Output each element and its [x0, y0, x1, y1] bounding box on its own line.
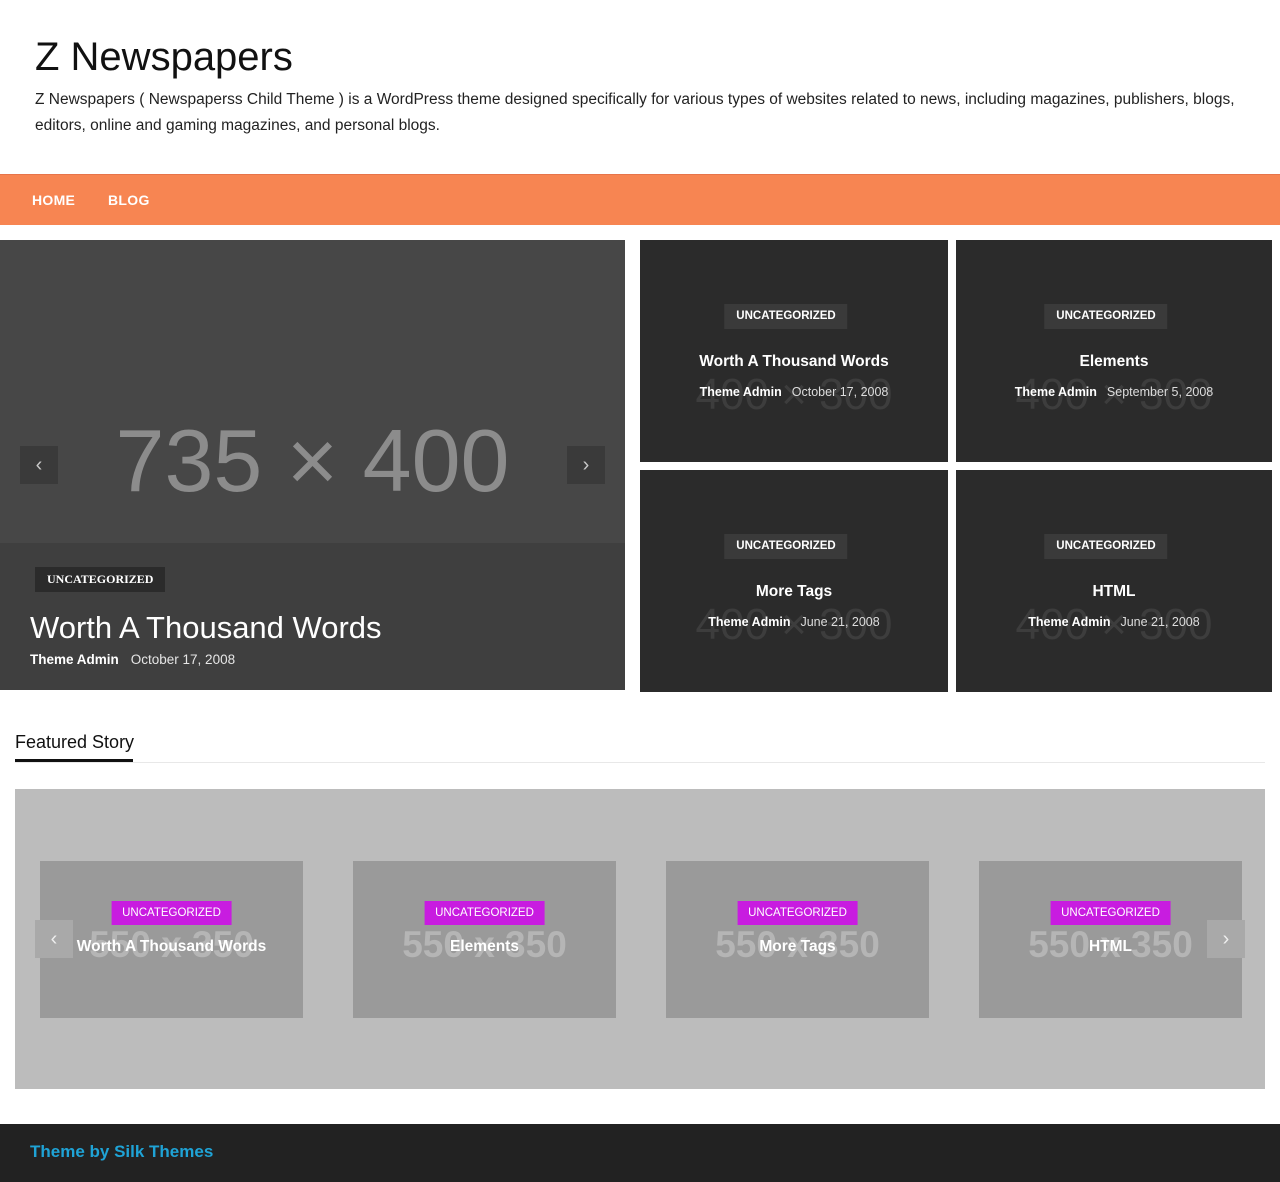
card-post-author[interactable]: Theme Admin: [1015, 385, 1097, 399]
card-post-date: June 21, 2008: [1120, 615, 1200, 629]
chevron-left-icon: ‹: [35, 454, 43, 476]
featured-post-card[interactable]: 550 x 350 UNCATEGORIZED HTML: [979, 861, 1242, 1018]
featured-post-title[interactable]: Elements: [353, 936, 616, 958]
hero-post-title[interactable]: Worth A Thousand Words: [30, 607, 382, 649]
site-title[interactable]: Z Newspapers: [35, 34, 293, 80]
card-category-badge[interactable]: UNCATEGORIZED: [1044, 534, 1168, 559]
card-post-author[interactable]: Theme Admin: [700, 385, 782, 399]
card-post-meta: Theme Admin June 21, 2008: [640, 613, 948, 631]
chevron-right-icon: ›: [1222, 928, 1230, 950]
nav-item-blog[interactable]: BLOG: [108, 175, 150, 225]
card-post-meta: Theme Admin September 5, 2008: [956, 383, 1272, 401]
card-category-badge[interactable]: UNCATEGORIZED: [1044, 304, 1168, 329]
site-footer: Theme by Silk Themes: [0, 1124, 1280, 1182]
footer-theme-credit-link[interactable]: Theme by Silk Themes: [30, 1141, 213, 1163]
hero-post-meta: Theme Admin October 17, 2008: [30, 650, 235, 670]
featured-post-title[interactable]: HTML: [979, 936, 1242, 958]
card-post-title[interactable]: HTML: [956, 581, 1272, 603]
chevron-right-icon: ›: [582, 454, 590, 476]
featured-post-title[interactable]: More Tags: [666, 936, 929, 958]
card-post-date: September 5, 2008: [1106, 385, 1214, 399]
featured-category-badge[interactable]: UNCATEGORIZED: [737, 901, 858, 925]
hero-post-date: October 17, 2008: [130, 652, 236, 667]
hero-image-placeholder-text: 735 × 400: [115, 411, 510, 510]
hero-prev-button[interactable]: ‹: [20, 446, 58, 484]
nav-item-home[interactable]: HOME: [32, 175, 75, 225]
featured-post-card[interactable]: 550 x 350 UNCATEGORIZED More Tags: [666, 861, 929, 1018]
featured-carousel: 550 x 350 UNCATEGORIZED Worth A Thousand…: [15, 789, 1265, 1089]
card-post-title[interactable]: Elements: [956, 351, 1272, 373]
card-post-date: June 21, 2008: [800, 615, 880, 629]
featured-category-badge[interactable]: UNCATEGORIZED: [1050, 901, 1171, 925]
featured-post-card[interactable]: 550 x 350 UNCATEGORIZED Elements: [353, 861, 616, 1018]
hero-post-author[interactable]: Theme Admin: [30, 652, 119, 667]
hero-slider: 735 × 400 ‹ › UNCATEGORIZED Worth A Thou…: [0, 240, 625, 690]
featured-post-card[interactable]: 550 x 350 UNCATEGORIZED Worth A Thousand…: [40, 861, 303, 1018]
featured-category-badge[interactable]: UNCATEGORIZED: [424, 901, 545, 925]
hero-category-badge[interactable]: UNCATEGORIZED: [35, 567, 166, 592]
section-divider: [15, 762, 1265, 763]
card-post-author[interactable]: Theme Admin: [1028, 615, 1110, 629]
card-post-date: October 17, 2008: [791, 385, 889, 399]
featured-category-badge[interactable]: UNCATEGORIZED: [111, 901, 232, 925]
card-post-meta: Theme Admin October 17, 2008: [640, 383, 948, 401]
featured-section-heading: Featured Story: [15, 732, 135, 752]
featured-next-button[interactable]: ›: [1207, 920, 1245, 958]
site-header: Z Newspapers Z Newspapers ( Newspaperss …: [35, 0, 1245, 174]
card-category-badge[interactable]: UNCATEGORIZED: [724, 304, 848, 329]
featured-prev-button[interactable]: ‹: [35, 920, 73, 958]
main-navigation: HOME BLOG: [0, 174, 1280, 225]
card-post-meta: Theme Admin June 21, 2008: [956, 613, 1272, 631]
card-category-badge[interactable]: UNCATEGORIZED: [724, 534, 848, 559]
grid-post-card[interactable]: 400 × 300 UNCATEGORIZED Elements Theme A…: [956, 240, 1272, 462]
featured-post-title[interactable]: Worth A Thousand Words: [40, 936, 303, 958]
card-post-title[interactable]: More Tags: [640, 581, 948, 603]
card-post-author[interactable]: Theme Admin: [708, 615, 790, 629]
chevron-left-icon: ‹: [50, 928, 58, 950]
grid-post-card[interactable]: 400 × 300 UNCATEGORIZED HTML Theme Admin…: [956, 470, 1272, 692]
site-description: Z Newspapers ( Newspaperss Child Theme )…: [35, 91, 1235, 134]
grid-post-card[interactable]: 400 × 300 UNCATEGORIZED More Tags Theme …: [640, 470, 948, 692]
hero-next-button[interactable]: ›: [567, 446, 605, 484]
card-post-title[interactable]: Worth A Thousand Words: [640, 351, 948, 373]
grid-post-card[interactable]: 400 × 300 UNCATEGORIZED Worth A Thousand…: [640, 240, 948, 462]
